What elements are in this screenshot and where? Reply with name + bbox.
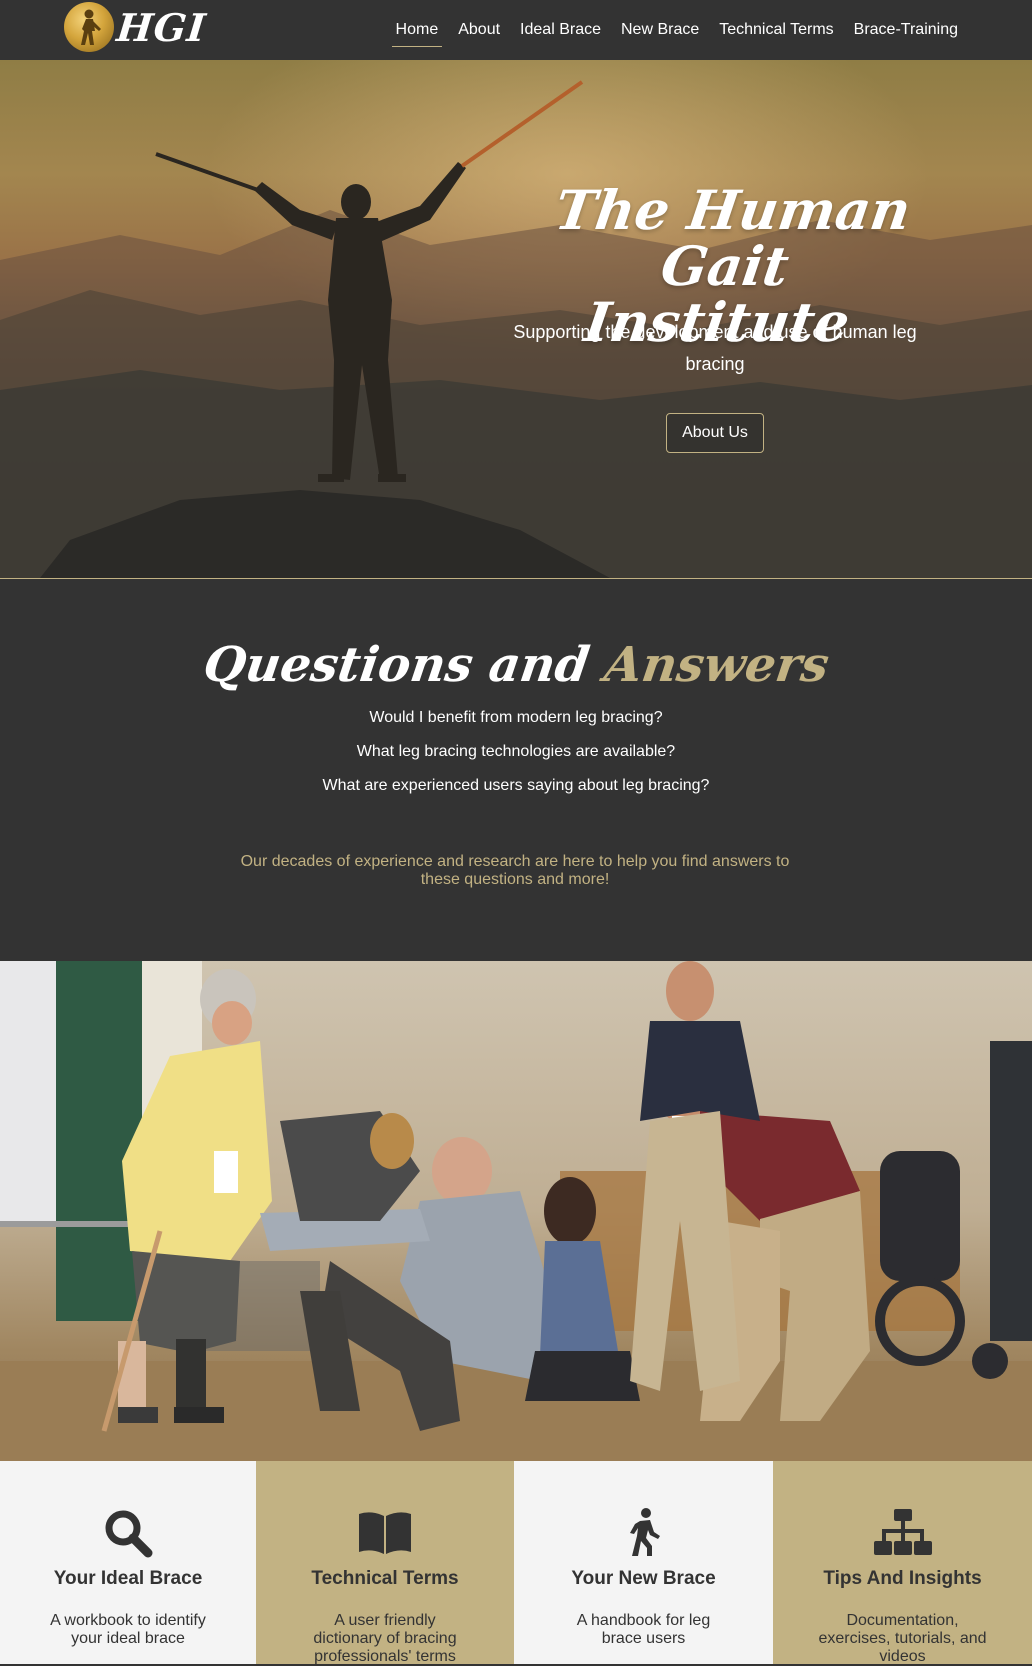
logo-emblem-icon [64, 2, 114, 52]
sitemap-icon [873, 1505, 933, 1561]
card-title: Your New Brace [571, 1568, 716, 1589]
walking-person-icon [614, 1505, 674, 1561]
card-title: Technical Terms [311, 1568, 459, 1589]
card-description: Documentation, exercises, tutorials, and… [818, 1612, 987, 1665]
qa-note: Our decades of experience and research a… [240, 853, 790, 888]
hero-title-line1: The Human Gait [551, 178, 915, 298]
qa-title-word2: Answers [601, 637, 833, 693]
question-item: Would I benefit from modern leg bracing? [369, 709, 663, 726]
about-us-button[interactable]: About Us [666, 413, 764, 453]
card-title: Your Ideal Brace [53, 1568, 203, 1589]
nav-brace-training[interactable]: Brace-Training [844, 0, 968, 60]
question-item: What leg bracing technologies are availa… [356, 743, 676, 760]
nav-new-brace[interactable]: New Brace [611, 0, 709, 60]
workshop-image [0, 961, 1032, 1461]
qa-title-word1: Questions and [199, 637, 593, 693]
card-title: Tips And Insights [823, 1568, 982, 1589]
book-icon [355, 1505, 415, 1561]
card-description: A workbook to identify your ideal brace [50, 1612, 206, 1647]
question-item: What are experienced users saying about … [322, 777, 710, 794]
questions-section: Questions and Answers Would I benefit fr… [0, 579, 1032, 961]
feature-cards: Your Ideal Brace A workbook to identify … [0, 1461, 1032, 1665]
hero-banner: The Human Gait Institute Supporting the … [0, 60, 1032, 578]
brand-logo[interactable]: HGI [64, 2, 209, 52]
card-new-brace[interactable]: Your New Brace A handbook for leg brace … [514, 1461, 773, 1664]
main-nav: Home About Ideal Brace New Brace Technic… [386, 0, 968, 60]
card-description: A handbook for leg brace users [576, 1612, 711, 1647]
nav-about[interactable]: About [448, 0, 510, 60]
search-icon [98, 1505, 158, 1561]
brand-name: HGI [114, 4, 209, 50]
card-technical-terms[interactable]: Technical Terms A user friendly dictiona… [256, 1461, 514, 1665]
workshop-photo [0, 961, 1032, 1461]
hero-subtitle: Supporting the development and use of hu… [513, 322, 917, 374]
card-description: A user friendly dictionary of bracing pr… [313, 1612, 457, 1665]
nav-ideal-brace[interactable]: Ideal Brace [510, 0, 611, 60]
navbar: HGI Home About Ideal Brace New Brace Tec… [0, 0, 1032, 60]
nav-technical-terms[interactable]: Technical Terms [709, 0, 843, 60]
qa-title: Questions and Answers [0, 635, 1032, 695]
nav-home[interactable]: Home [386, 0, 449, 60]
card-ideal-brace[interactable]: Your Ideal Brace A workbook to identify … [0, 1461, 256, 1664]
card-tips-insights[interactable]: Tips And Insights Documentation, exercis… [773, 1461, 1032, 1665]
